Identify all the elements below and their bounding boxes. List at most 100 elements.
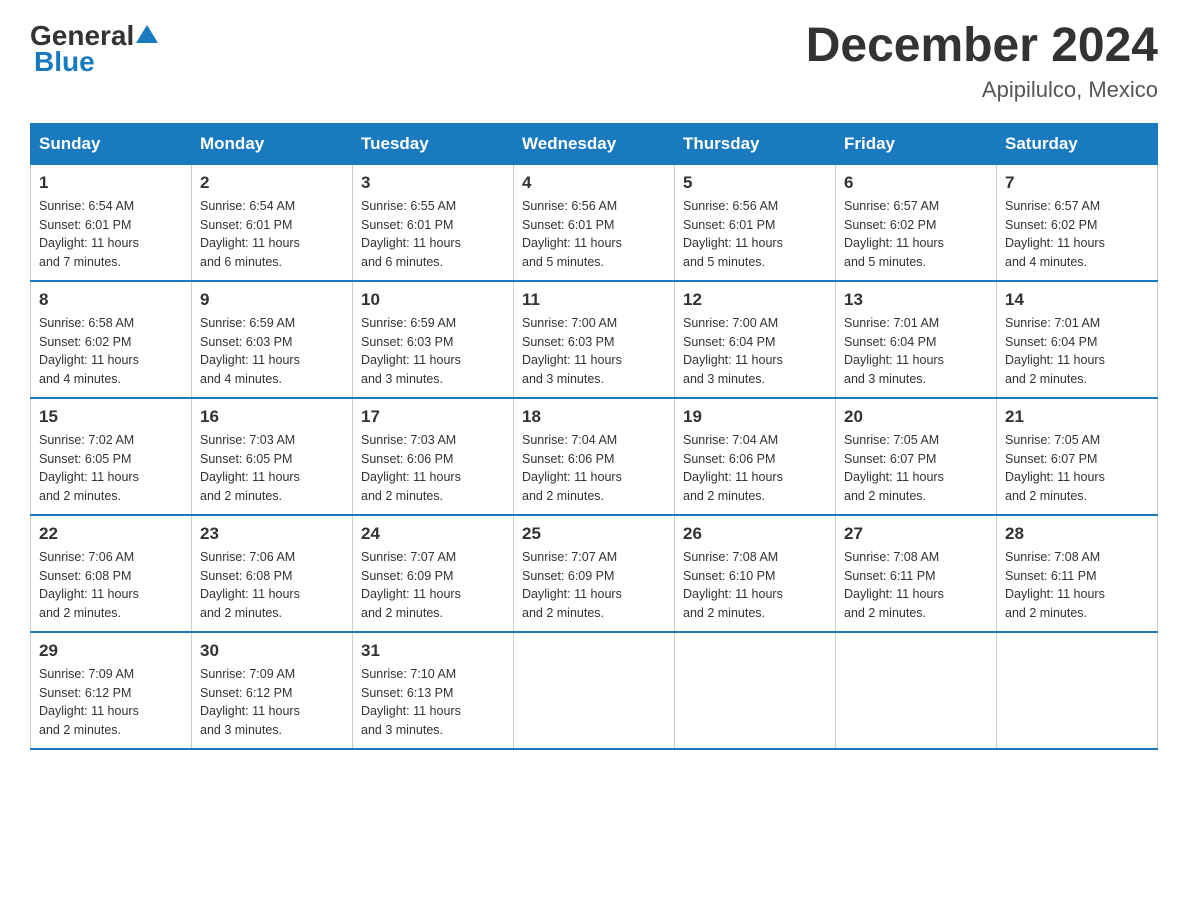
day-info: Sunrise: 6:55 AM Sunset: 6:01 PM Dayligh… xyxy=(361,197,505,272)
calendar-day-cell: 4Sunrise: 6:56 AM Sunset: 6:01 PM Daylig… xyxy=(514,164,675,281)
day-number: 2 xyxy=(200,173,344,193)
calendar-day-cell: 9 Sunrise: 6:59 AM Sunset: 6:03 PM Daylig… xyxy=(192,281,353,398)
day-info: Sunrise: 7:07 AM Sunset: 6:09 PM Dayligh… xyxy=(522,548,666,623)
day-info: Sunrise: 6:57 AM Sunset: 6:02 PM Dayligh… xyxy=(844,197,988,272)
location-title: Apipilulco, Mexico xyxy=(806,77,1158,103)
day-header-friday: Friday xyxy=(836,123,997,164)
calendar-day-cell: 31Sunrise: 7:10 AM Sunset: 6:13 PM Dayli… xyxy=(353,632,514,749)
calendar-day-cell: 21Sunrise: 7:05 AM Sunset: 6:07 PM Dayli… xyxy=(997,398,1158,515)
month-title: December 2024 xyxy=(806,20,1158,73)
day-number: 26 xyxy=(683,524,827,544)
day-header-thursday: Thursday xyxy=(675,123,836,164)
day-info: Sunrise: 6:57 AM Sunset: 6:02 PM Dayligh… xyxy=(1005,197,1149,272)
day-info: Sunrise: 7:03 AM Sunset: 6:05 PM Dayligh… xyxy=(200,431,344,506)
day-info: Sunrise: 7:08 AM Sunset: 6:11 PM Dayligh… xyxy=(844,548,988,623)
calendar-day-cell: 6 Sunrise: 6:57 AM Sunset: 6:02 PM Daylig… xyxy=(836,164,997,281)
day-number: 21 xyxy=(1005,407,1149,427)
calendar-day-cell: 13 Sunrise: 7:01 AM Sunset: 6:04 PM Dayli… xyxy=(836,281,997,398)
day-number: 6 xyxy=(844,173,988,193)
day-header-monday: Monday xyxy=(192,123,353,164)
calendar-day-cell: 27 Sunrise: 7:08 AM Sunset: 6:11 PM Dayli… xyxy=(836,515,997,632)
calendar-day-cell: 22Sunrise: 7:06 AM Sunset: 6:08 PM Dayli… xyxy=(31,515,192,632)
calendar-day-cell: 2 Sunrise: 6:54 AM Sunset: 6:01 PM Daylig… xyxy=(192,164,353,281)
calendar-week-row: 15 Sunrise: 7:02 AM Sunset: 6:05 PM Dayli… xyxy=(31,398,1158,515)
empty-cell xyxy=(675,632,836,749)
day-number: 1 xyxy=(39,173,183,193)
day-number: 25 xyxy=(522,524,666,544)
day-info: Sunrise: 7:00 AM Sunset: 6:04 PM Dayligh… xyxy=(683,314,827,389)
calendar-header-row: SundayMondayTuesdayWednesdayThursdayFrid… xyxy=(31,123,1158,164)
day-info: Sunrise: 6:59 AM Sunset: 6:03 PM Dayligh… xyxy=(200,314,344,389)
calendar-day-cell: 24 Sunrise: 7:07 AM Sunset: 6:09 PM Dayli… xyxy=(353,515,514,632)
day-number: 29 xyxy=(39,641,183,661)
day-number: 27 xyxy=(844,524,988,544)
logo: General Blue xyxy=(30,20,158,78)
calendar-day-cell: 5Sunrise: 6:56 AM Sunset: 6:01 PM Daylig… xyxy=(675,164,836,281)
day-number: 19 xyxy=(683,407,827,427)
day-number: 10 xyxy=(361,290,505,310)
day-info: Sunrise: 7:00 AM Sunset: 6:03 PM Dayligh… xyxy=(522,314,666,389)
calendar-day-cell: 16 Sunrise: 7:03 AM Sunset: 6:05 PM Dayli… xyxy=(192,398,353,515)
day-info: Sunrise: 7:04 AM Sunset: 6:06 PM Dayligh… xyxy=(522,431,666,506)
day-number: 12 xyxy=(683,290,827,310)
day-info: Sunrise: 7:03 AM Sunset: 6:06 PM Dayligh… xyxy=(361,431,505,506)
day-info: Sunrise: 7:09 AM Sunset: 6:12 PM Dayligh… xyxy=(39,665,183,740)
day-number: 7 xyxy=(1005,173,1149,193)
day-info: Sunrise: 7:09 AM Sunset: 6:12 PM Dayligh… xyxy=(200,665,344,740)
day-number: 16 xyxy=(200,407,344,427)
logo-blue-text: Blue xyxy=(34,46,95,78)
empty-cell xyxy=(514,632,675,749)
calendar-day-cell: 11Sunrise: 7:00 AM Sunset: 6:03 PM Dayli… xyxy=(514,281,675,398)
calendar-day-cell: 18 Sunrise: 7:04 AM Sunset: 6:06 PM Dayli… xyxy=(514,398,675,515)
calendar-day-cell: 3 Sunrise: 6:55 AM Sunset: 6:01 PM Daylig… xyxy=(353,164,514,281)
day-info: Sunrise: 7:04 AM Sunset: 6:06 PM Dayligh… xyxy=(683,431,827,506)
day-number: 13 xyxy=(844,290,988,310)
calendar-day-cell: 19 Sunrise: 7:04 AM Sunset: 6:06 PM Dayli… xyxy=(675,398,836,515)
calendar-day-cell: 30 Sunrise: 7:09 AM Sunset: 6:12 PM Dayli… xyxy=(192,632,353,749)
day-info: Sunrise: 7:05 AM Sunset: 6:07 PM Dayligh… xyxy=(844,431,988,506)
day-info: Sunrise: 7:01 AM Sunset: 6:04 PM Dayligh… xyxy=(1005,314,1149,389)
day-number: 18 xyxy=(522,407,666,427)
day-info: Sunrise: 7:10 AM Sunset: 6:13 PM Dayligh… xyxy=(361,665,505,740)
day-header-tuesday: Tuesday xyxy=(353,123,514,164)
calendar-day-cell: 17Sunrise: 7:03 AM Sunset: 6:06 PM Dayli… xyxy=(353,398,514,515)
day-info: Sunrise: 6:59 AM Sunset: 6:03 PM Dayligh… xyxy=(361,314,505,389)
empty-cell xyxy=(836,632,997,749)
logo-triangle-icon xyxy=(136,23,158,45)
day-info: Sunrise: 7:08 AM Sunset: 6:11 PM Dayligh… xyxy=(1005,548,1149,623)
calendar-day-cell: 12 Sunrise: 7:00 AM Sunset: 6:04 PM Dayli… xyxy=(675,281,836,398)
calendar-week-row: 22 Sunrise: 7:06 AM Sunset: 6:08 PM Dayli… xyxy=(31,515,1158,632)
calendar-week-row: 1 Sunrise: 6:54 AM Sunset: 6:01 PM Daylig… xyxy=(31,164,1158,281)
day-info: Sunrise: 7:07 AM Sunset: 6:09 PM Dayligh… xyxy=(361,548,505,623)
day-info: Sunrise: 6:58 AM Sunset: 6:02 PM Dayligh… xyxy=(39,314,183,389)
day-info: Sunrise: 6:56 AM Sunset: 6:01 PM Dayligh… xyxy=(683,197,827,272)
day-number: 20 xyxy=(844,407,988,427)
day-number: 3 xyxy=(361,173,505,193)
calendar-day-cell: 29 Sunrise: 7:09 AM Sunset: 6:12 PM Dayli… xyxy=(31,632,192,749)
day-header-wednesday: Wednesday xyxy=(514,123,675,164)
day-info: Sunrise: 7:06 AM Sunset: 6:08 PM Dayligh… xyxy=(200,548,344,623)
empty-cell xyxy=(997,632,1158,749)
day-info: Sunrise: 6:54 AM Sunset: 6:01 PM Dayligh… xyxy=(200,197,344,272)
calendar-day-cell: 8Sunrise: 6:58 AM Sunset: 6:02 PM Daylig… xyxy=(31,281,192,398)
day-number: 4 xyxy=(522,173,666,193)
day-info: Sunrise: 7:01 AM Sunset: 6:04 PM Dayligh… xyxy=(844,314,988,389)
calendar-day-cell: 1 Sunrise: 6:54 AM Sunset: 6:01 PM Daylig… xyxy=(31,164,192,281)
day-number: 22 xyxy=(39,524,183,544)
day-number: 24 xyxy=(361,524,505,544)
calendar-day-cell: 10 Sunrise: 6:59 AM Sunset: 6:03 PM Dayli… xyxy=(353,281,514,398)
day-number: 23 xyxy=(200,524,344,544)
calendar-day-cell: 26 Sunrise: 7:08 AM Sunset: 6:10 PM Dayli… xyxy=(675,515,836,632)
day-header-sunday: Sunday xyxy=(31,123,192,164)
calendar-week-row: 8Sunrise: 6:58 AM Sunset: 6:02 PM Daylig… xyxy=(31,281,1158,398)
day-number: 15 xyxy=(39,407,183,427)
title-section: December 2024 Apipilulco, Mexico xyxy=(806,20,1158,103)
page-header: General Blue December 2024 Apipilulco, M… xyxy=(30,20,1158,103)
day-number: 30 xyxy=(200,641,344,661)
calendar-table: SundayMondayTuesdayWednesdayThursdayFrid… xyxy=(30,123,1158,750)
day-info: Sunrise: 6:54 AM Sunset: 6:01 PM Dayligh… xyxy=(39,197,183,272)
day-info: Sunrise: 7:02 AM Sunset: 6:05 PM Dayligh… xyxy=(39,431,183,506)
day-info: Sunrise: 7:08 AM Sunset: 6:10 PM Dayligh… xyxy=(683,548,827,623)
day-number: 9 xyxy=(200,290,344,310)
calendar-day-cell: 23 Sunrise: 7:06 AM Sunset: 6:08 PM Dayli… xyxy=(192,515,353,632)
